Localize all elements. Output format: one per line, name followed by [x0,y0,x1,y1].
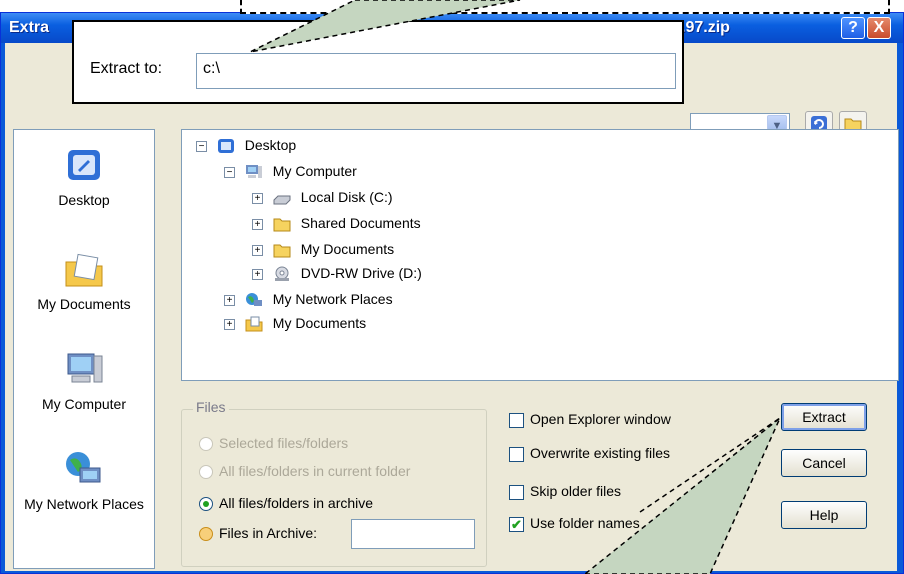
tree-label: Shared Documents [300,215,421,231]
place-label: My Network Places [24,496,144,512]
collapse-icon[interactable]: − [196,140,207,152]
radio-label: All files/folders in archive [219,495,374,511]
tree-label: Desktop [244,137,297,153]
place-desktop[interactable]: Desktop [14,144,154,208]
checkbox-overwrite[interactable]: Overwrite existing files [509,443,670,463]
help-title-button[interactable]: ? [841,17,865,39]
checkbox[interactable] [509,484,524,500]
collapse-icon[interactable]: − [224,166,235,178]
radio-all-in-archive[interactable]: All files/folders in archive [199,493,373,513]
close-title-button[interactable]: X [867,17,891,39]
radio-label: Selected files/folders [219,435,349,451]
checkbox-label: Skip older files [530,483,622,499]
checkbox-use-folder-names[interactable]: ✔ Use folder names [509,513,640,533]
radio-label: Files in Archive: [219,525,318,541]
checkbox-label: Overwrite existing files [530,445,671,461]
network-places-icon [66,452,101,483]
dvd-drive-icon [274,266,289,282]
places-bar: Desktop My Documents My Computer My Netw… [13,129,155,569]
tree-node-shared-documents[interactable]: + Shared Documents [252,214,421,232]
tree-node-my-documents[interactable]: + My Documents [224,314,366,332]
window-title-prefix: Extra [9,19,50,36]
tree-label: My Documents [272,315,367,331]
checkbox[interactable] [509,412,524,428]
hard-disk-icon [273,195,291,205]
tree-node-my-computer[interactable]: − My Computer [224,162,357,180]
radio-files-in-archive[interactable]: Files in Archive: [199,523,317,543]
cancel-button[interactable]: Cancel [781,449,867,477]
expand-icon[interactable]: + [224,294,235,306]
checkbox-skip-older[interactable]: Skip older files [509,481,621,501]
my-computer-icon [67,353,103,383]
folder-tree[interactable]: − Desktop − My Computer + Local Disk (C:… [181,129,899,381]
place-my-documents[interactable]: My Documents [14,248,154,312]
tree-label: My Documents [300,241,395,257]
tree-label: My Computer [272,163,357,179]
radio-button[interactable] [199,465,213,480]
extract-button[interactable]: Extract [781,403,867,431]
extract-to-label: Extract to: [90,60,163,77]
checkmark-icon[interactable]: ✔ [509,516,524,532]
place-label: My Computer [41,396,127,412]
files-group-legend: Files [193,399,229,415]
dialog-client-area: ▼ Desktop My Documents My Computer My Ne… [5,43,899,571]
tree-label: Local Disk (C:) [300,189,393,205]
radio-button[interactable] [199,497,213,512]
checkbox-label: Open Explorer window [530,411,671,427]
tree-node-desktop[interactable]: − Desktop [196,136,296,154]
desktop-icon [68,150,100,180]
radio-label: All files/folders in current folder [219,463,411,479]
help-button[interactable]: Help [781,501,867,529]
desktop-icon [217,139,234,154]
expand-icon[interactable]: + [252,268,263,280]
tree-label: My Network Places [272,291,393,307]
radio-selected-files[interactable]: Selected files/folders [199,433,348,453]
checkbox-open-explorer[interactable]: Open Explorer window [509,409,671,429]
callout-dashed-frame [240,0,890,14]
place-network-places[interactable]: My Network Places [14,448,154,512]
tree-node-my-documents-sub[interactable]: + My Documents [252,240,394,258]
network-places-icon [245,293,262,307]
extract-to-input[interactable]: c:\ [196,53,676,89]
tree-node-network-places[interactable]: + My Network Places [224,290,393,308]
folder-icon [273,218,291,232]
radio-current-folder[interactable]: All files/folders in current folder [199,461,410,481]
window-title-suffix: .97.zip [681,19,730,36]
expand-icon[interactable]: + [252,192,263,204]
checkbox-label: Use folder names [530,515,640,531]
my-computer-icon [245,165,262,179]
tree-label: DVD-RW Drive (D:) [300,265,422,281]
my-documents-icon [245,316,263,332]
radio-button[interactable] [199,527,213,542]
my-documents-icon [65,253,103,287]
tree-node-local-disk[interactable]: + Local Disk (C:) [252,188,393,206]
extract-to-callout: Extract to: c:\ [72,20,684,104]
place-my-computer[interactable]: My Computer [14,348,154,412]
place-label: Desktop [58,192,110,208]
expand-icon[interactable]: + [252,218,263,230]
expand-icon[interactable]: + [224,318,235,330]
radio-button[interactable] [199,437,213,452]
folder-icon [273,244,291,258]
tree-node-dvd-drive[interactable]: + DVD-RW Drive (D:) [252,264,422,282]
expand-icon[interactable]: + [252,244,263,256]
files-in-archive-input[interactable] [351,519,475,549]
checkbox[interactable] [509,446,524,462]
place-label: My Documents [37,296,131,312]
